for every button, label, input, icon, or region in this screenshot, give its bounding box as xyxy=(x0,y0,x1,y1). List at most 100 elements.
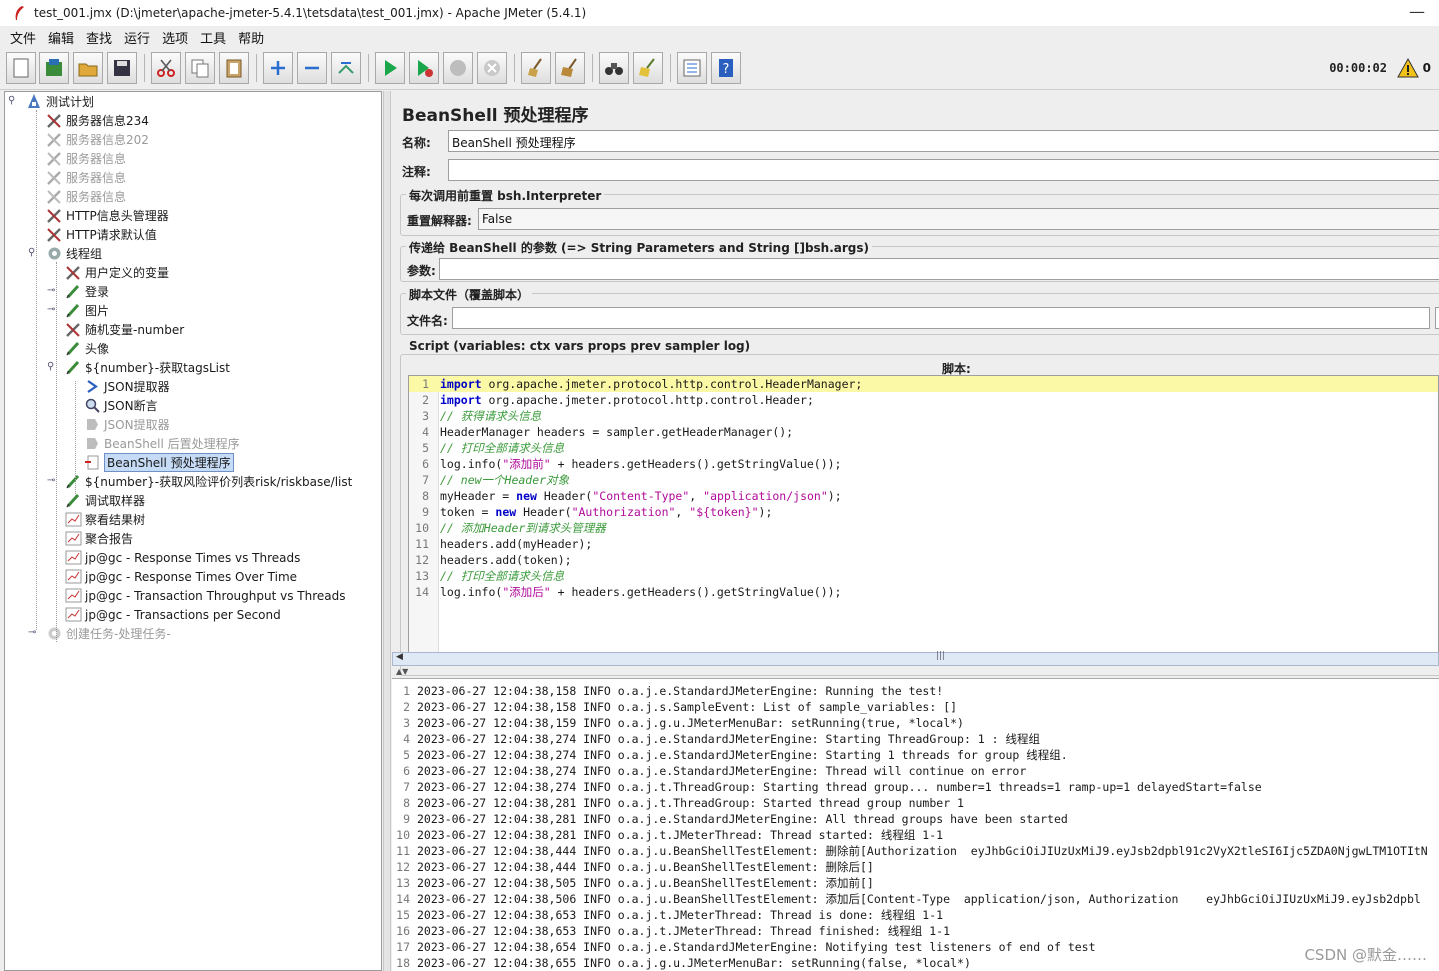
menu-file[interactable]: 文件 xyxy=(4,28,42,47)
code-line[interactable]: 5// 打印全部请求头信息 xyxy=(409,440,1438,456)
split-pane-divider[interactable] xyxy=(383,91,391,971)
code-line[interactable]: 1 import org.apache.jmeter.protocol.http.… xyxy=(409,376,1438,392)
tree-item[interactable]: HTTP请求默认值 xyxy=(45,225,157,244)
tree-item[interactable]: JSON提取器 xyxy=(83,377,170,396)
name-field[interactable]: BeanShell 预处理程序 xyxy=(448,130,1439,152)
tree-item[interactable]: jp@gc - Response Times vs Threads xyxy=(64,548,300,567)
tree-toggle[interactable]: ⊸ xyxy=(47,304,55,315)
collapse-arrows-icon[interactable]: ▲▼ xyxy=(396,667,408,676)
log-viewer[interactable]: 1 2023-06-27 12:04:38,158 INFO o.a.j.e.St… xyxy=(392,678,1439,971)
tree-toggle[interactable]: ⊸ xyxy=(47,285,55,296)
tree-toggle[interactable]: ⚲ xyxy=(28,247,35,258)
minimize-icon[interactable]: — xyxy=(1409,2,1425,21)
tree-item[interactable]: 图片 xyxy=(64,301,109,320)
code-line[interactable]: 8 myHeader = new Header("Content-Type", "… xyxy=(409,488,1438,504)
expand-button[interactable] xyxy=(263,52,293,84)
cut-button[interactable] xyxy=(151,52,181,84)
scissors-icon xyxy=(157,59,175,77)
scroll-left-icon[interactable]: ◀ xyxy=(396,652,403,662)
tree-item[interactable]: 用户定义的变量 xyxy=(64,263,169,282)
templates-button[interactable] xyxy=(39,52,69,84)
tree-toggle[interactable]: ⊸ xyxy=(47,475,55,486)
tree-item[interactable]: 聚合报告 xyxy=(64,529,133,548)
test-plan-tree[interactable]: 测试计划 ⚲ 服务器信息234 服务器信息202 服务器信息 服务器信息 服务器信息 HTTP… xyxy=(4,91,382,971)
code-line[interactable]: 12 headers.add(token); xyxy=(409,552,1438,568)
menu-options[interactable]: 选项 xyxy=(156,28,194,47)
copy-button[interactable] xyxy=(185,52,215,84)
tree-item-label: 服务器信息 xyxy=(66,190,127,204)
tree-item[interactable]: 调试取样器 xyxy=(64,491,145,510)
start-no-pauses-button[interactable] xyxy=(409,52,439,84)
tree-item[interactable]: jp@gc - Transaction Throughput vs Thread… xyxy=(64,586,345,605)
code-line[interactable]: 2 import org.apache.jmeter.protocol.http.… xyxy=(409,392,1438,408)
grey-icon xyxy=(83,416,101,434)
menu-help[interactable]: 帮助 xyxy=(232,28,270,47)
code-line[interactable]: 14 log.info("添加后" + headers.getHeaders().… xyxy=(409,584,1438,600)
parameters-field[interactable] xyxy=(439,258,1439,280)
code-line[interactable]: 4 HeaderManager headers = sampler.getHead… xyxy=(409,424,1438,440)
tree-item-label: jp@gc - Response Times Over Time xyxy=(85,569,298,584)
tree-item[interactable]: 服务器信息 xyxy=(45,187,126,206)
tree-toggle[interactable]: ⚲ xyxy=(47,361,54,372)
code-line[interactable]: 10// 添加Header到请求头管理器 xyxy=(409,520,1438,536)
tree-item-label: 服务器信息 xyxy=(66,171,127,185)
menu-edit[interactable]: 编辑 xyxy=(42,28,80,47)
tree-item[interactable]: 服务器信息 xyxy=(45,149,126,168)
reset-search-button[interactable] xyxy=(633,52,663,84)
help-button[interactable]: ? xyxy=(711,52,741,84)
tree-item[interactable]: 创建任务-处理任务- xyxy=(45,624,171,643)
tree-item[interactable]: 线程组 xyxy=(45,244,102,263)
code-line[interactable]: 13// 打印全部请求头信息 xyxy=(409,568,1438,584)
tree-item[interactable]: 随机变量-number xyxy=(64,320,184,339)
stop-button[interactable] xyxy=(443,52,473,84)
tree-root-test-plan[interactable]: 测试计划 xyxy=(25,92,94,111)
new-button[interactable] xyxy=(6,52,36,84)
tree-item[interactable]: BeanShell 后置处理程序 xyxy=(83,434,240,453)
comment-field[interactable] xyxy=(448,159,1439,181)
code-line[interactable]: 7// new一个Header对象 xyxy=(409,472,1438,488)
tree-toggle[interactable]: ⚲ xyxy=(8,95,15,106)
script-editor[interactable]: 1 import org.apache.jmeter.protocol.http.… xyxy=(408,375,1439,653)
save-button[interactable] xyxy=(107,52,137,84)
menu-search[interactable]: 查找 xyxy=(80,28,118,47)
tree-item[interactable]: JSON提取器 xyxy=(83,415,170,434)
tree-item[interactable]: HTTP信息头管理器 xyxy=(45,206,169,225)
tree-item[interactable]: BeanShell 预处理程序 xyxy=(83,453,234,472)
tool-icon xyxy=(45,226,63,244)
pen-icon xyxy=(64,359,82,377)
tree-item[interactable]: 服务器信息202 xyxy=(45,130,149,149)
filename-field[interactable] xyxy=(452,307,1430,329)
tree-item[interactable]: jp@gc - Transactions per Second xyxy=(64,605,281,624)
code-line[interactable]: 6 log.info("添加前" + headers.getHeaders().g… xyxy=(409,456,1438,472)
start-button[interactable] xyxy=(375,52,405,84)
tree-item[interactable]: jp@gc - Response Times Over Time xyxy=(64,567,297,586)
clear-button[interactable] xyxy=(521,52,551,84)
collapse-button[interactable] xyxy=(297,52,327,84)
tree-item[interactable]: ${number}-获取tagsList xyxy=(64,358,230,377)
menu-tools[interactable]: 工具 xyxy=(194,28,232,47)
menu-run[interactable]: 运行 xyxy=(118,28,156,47)
code-line[interactable]: 9 token = new Header("Authorization", "${… xyxy=(409,504,1438,520)
binoculars-icon xyxy=(605,63,623,75)
paste-button[interactable] xyxy=(219,52,249,84)
tree-item[interactable]: 登录 xyxy=(64,282,109,301)
plus-icon xyxy=(271,61,285,75)
function-helper-button[interactable] xyxy=(677,52,707,84)
search-button[interactable] xyxy=(599,52,629,84)
reset-interpreter-select[interactable]: False xyxy=(478,208,1439,230)
code-line[interactable]: 11 headers.add(myHeader); xyxy=(409,536,1438,552)
toggle-button[interactable] xyxy=(331,52,361,84)
tree-item[interactable]: 察看结果树 xyxy=(64,510,145,529)
tree-item[interactable]: ${number}-获取风险评价列表risk/riskbase/list xyxy=(64,472,352,491)
tree-item[interactable]: 服务器信息 xyxy=(45,168,126,187)
clear-all-button[interactable] xyxy=(555,52,585,84)
tree-item[interactable]: 头像 xyxy=(64,339,109,358)
shutdown-button[interactable] xyxy=(477,52,507,84)
tree-item[interactable]: 服务器信息234 xyxy=(45,111,149,130)
tree-item[interactable]: JSON断言 xyxy=(83,396,158,415)
code-line[interactable]: 3// 获得请求头信息 xyxy=(409,408,1438,424)
open-button[interactable] xyxy=(73,52,103,84)
horizontal-scrollbar[interactable]: ◀ ||| xyxy=(392,651,1439,666)
browse-button[interactable] xyxy=(1435,307,1439,329)
warning-icon[interactable] xyxy=(1397,57,1419,79)
